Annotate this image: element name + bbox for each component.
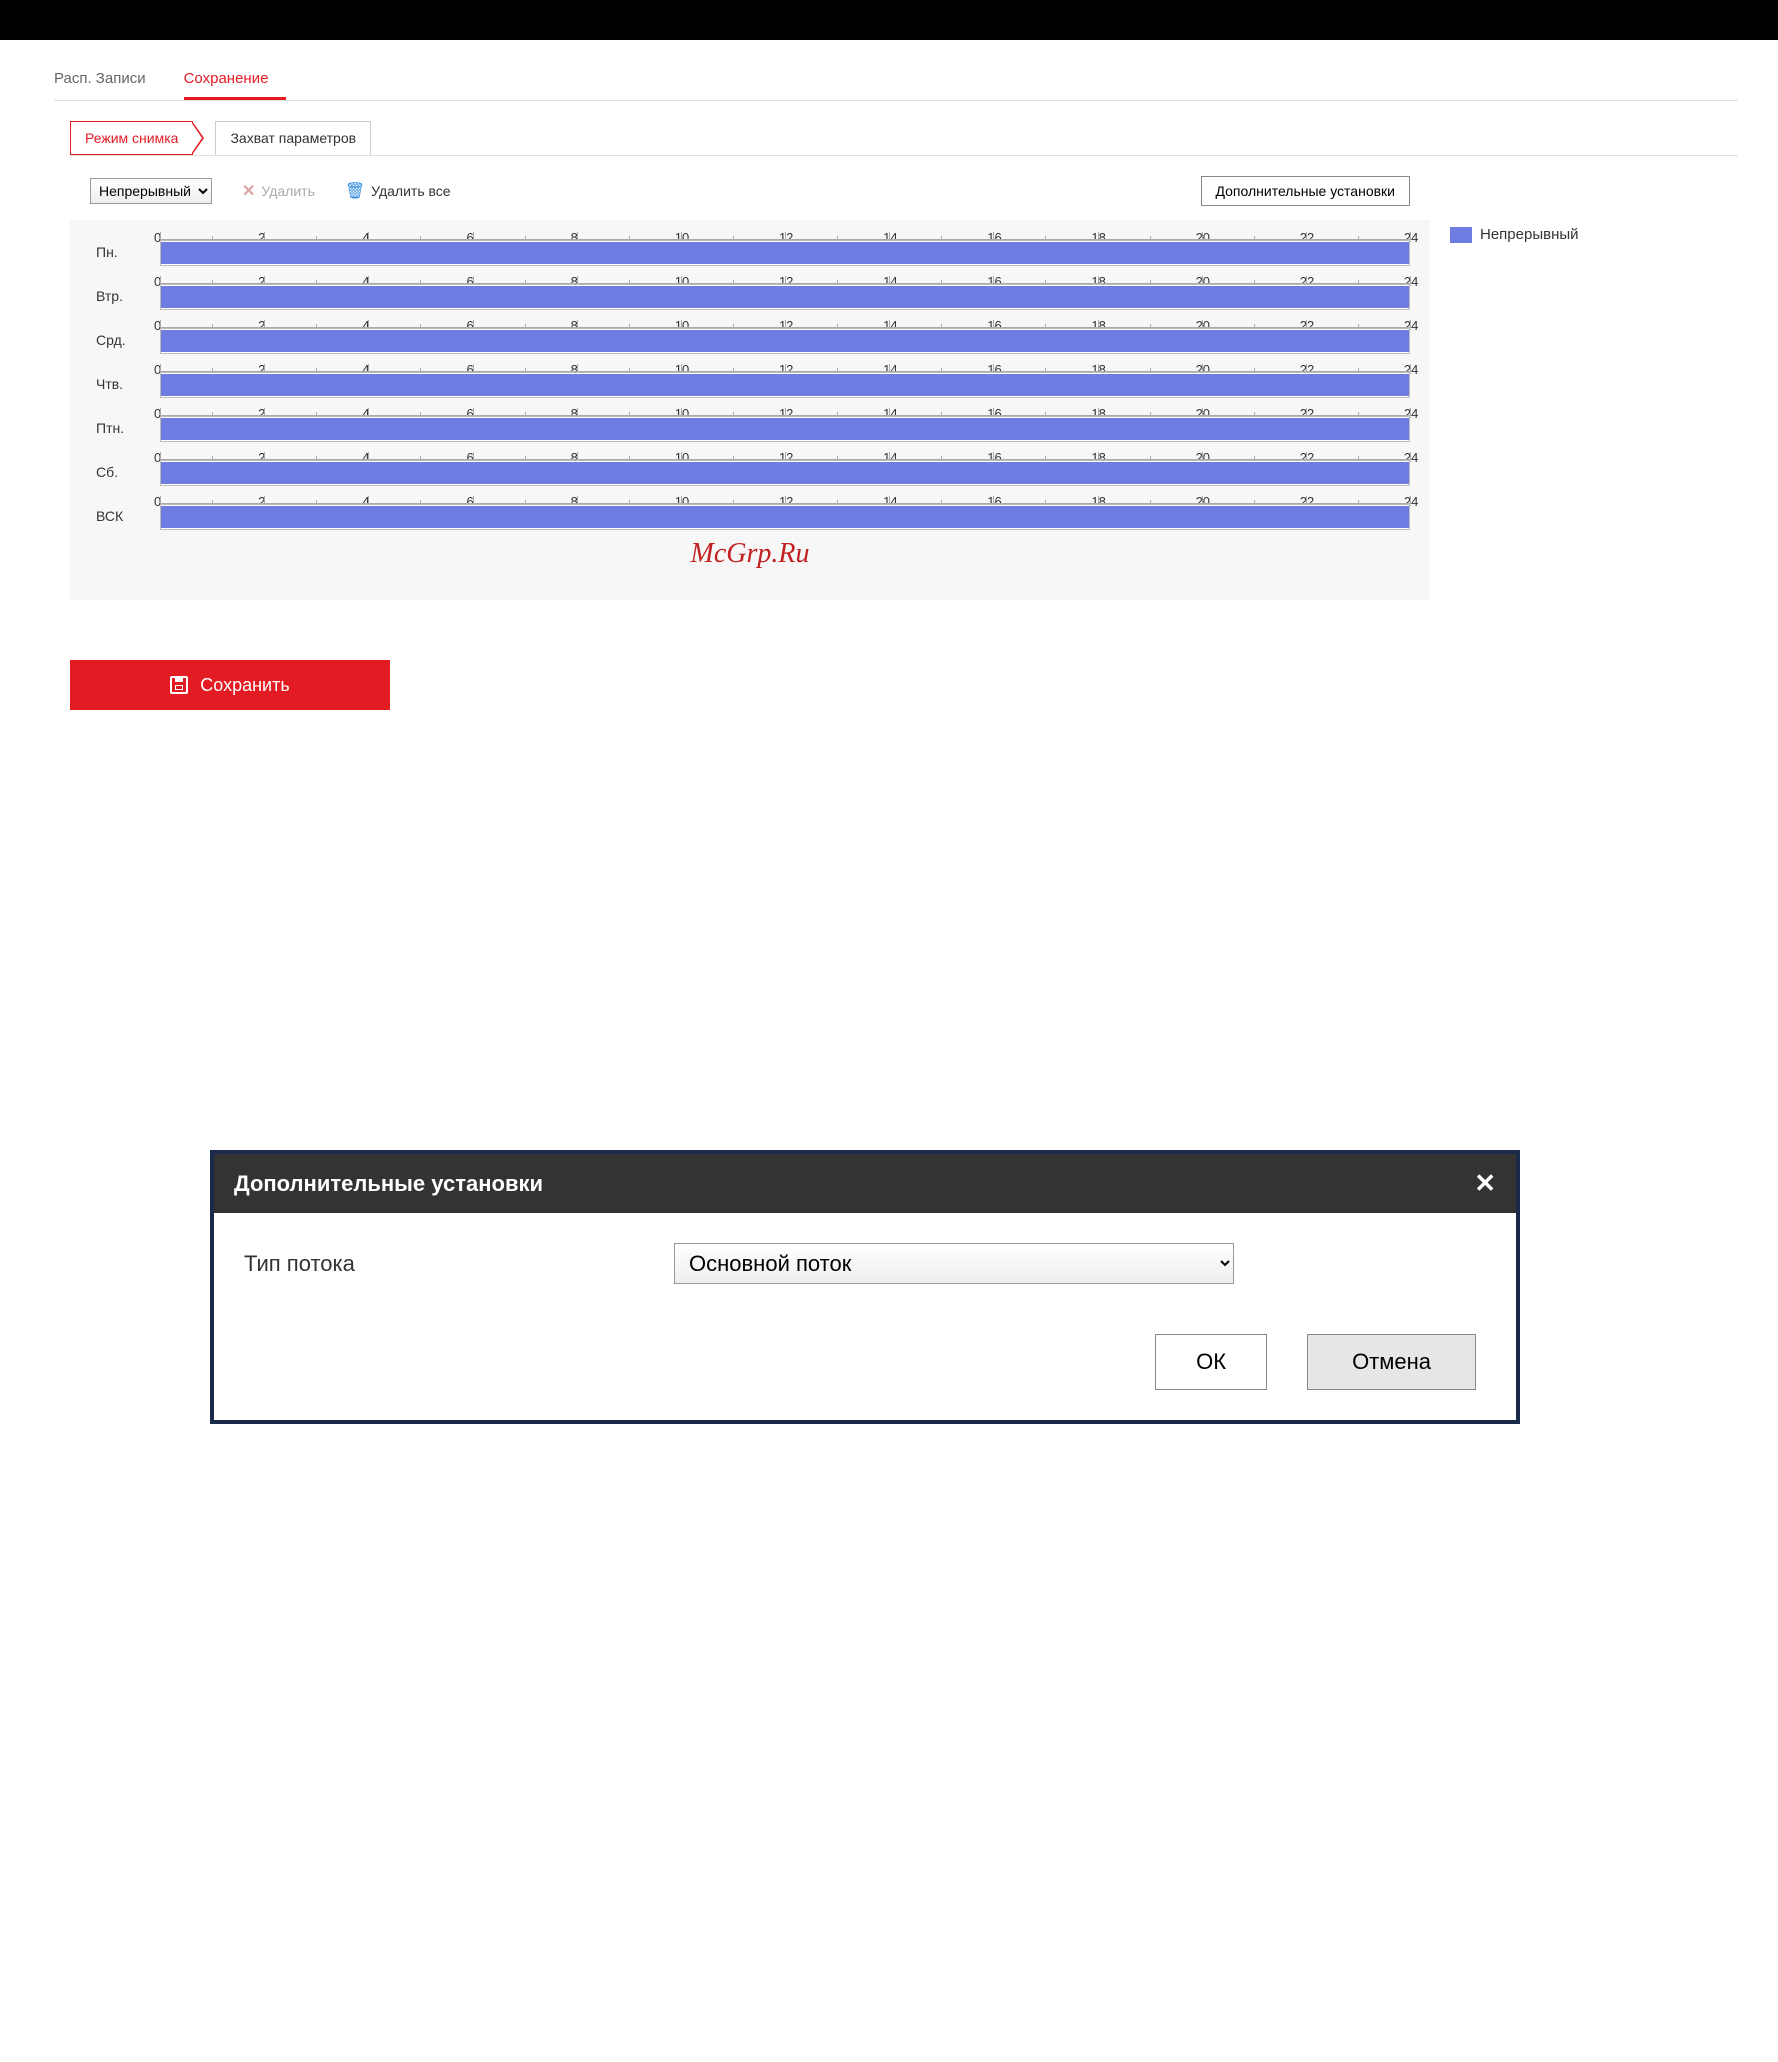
delete-button: ✕ Удалить xyxy=(242,181,315,201)
day-label: Пн. xyxy=(90,244,160,266)
legend-swatch xyxy=(1450,227,1472,243)
schedule-row: Пн.024681012141618202224 xyxy=(90,230,1410,266)
subtab-capture-params[interactable]: Захват параметров xyxy=(215,121,371,155)
day-label: Чтв. xyxy=(90,376,160,398)
schedule-row: Срд.024681012141618202224 xyxy=(90,318,1410,354)
stream-type-label: Тип потока xyxy=(244,1251,664,1277)
top-black-bar xyxy=(0,0,1778,40)
schedule-bar[interactable] xyxy=(160,284,1410,310)
ok-button[interactable]: ОК xyxy=(1155,1334,1267,1390)
delete-all-button[interactable]: 🗑 Удалить все xyxy=(345,181,451,201)
day-label: Сб. xyxy=(90,464,160,486)
day-timeline[interactable]: 024681012141618202224 xyxy=(160,274,1410,310)
day-label: Птн. xyxy=(90,420,160,442)
legend-continuous: Непрерывный xyxy=(1450,226,1579,243)
mode-select[interactable]: Непрерывный xyxy=(90,178,212,204)
subtab-snapshot-mode[interactable]: Режим снимка xyxy=(70,121,193,155)
schedule-row: Чтв.024681012141618202224 xyxy=(90,362,1410,398)
schedule-row: Птн.024681012141618202224 xyxy=(90,406,1410,442)
schedule-row: Втр.024681012141618202224 xyxy=(90,274,1410,310)
schedule-row: ВСК024681012141618202224 xyxy=(90,494,1410,530)
trash-icon: 🗑 xyxy=(345,181,365,201)
day-timeline[interactable]: 024681012141618202224 xyxy=(160,494,1410,530)
watermark: McGrp.Ru xyxy=(90,538,1410,570)
schedule-row: Сб.024681012141618202224 xyxy=(90,450,1410,486)
save-icon xyxy=(170,676,188,694)
save-label: Сохранить xyxy=(200,675,289,696)
advanced-settings-button[interactable]: Дополнительные установки xyxy=(1201,176,1411,206)
day-timeline[interactable]: 024681012141618202224 xyxy=(160,230,1410,266)
schedule-bar[interactable] xyxy=(160,240,1410,266)
sub-tabs: Режим снимка Захват параметров xyxy=(70,121,1738,156)
stream-type-select[interactable]: Основной поток xyxy=(674,1243,1234,1284)
x-icon: ✕ xyxy=(242,181,255,201)
tab-recording-schedule[interactable]: Расп. Записи xyxy=(54,60,164,100)
delete-label: Удалить xyxy=(261,183,314,199)
save-button[interactable]: Сохранить xyxy=(70,660,390,710)
schedule-bar[interactable] xyxy=(160,328,1410,354)
advanced-settings-dialog: Дополнительные установки ✕ Тип потока Ос… xyxy=(210,1150,1520,1424)
cancel-button[interactable]: Отмена xyxy=(1307,1334,1476,1390)
legend-label: Непрерывный xyxy=(1480,226,1579,243)
schedule-bar[interactable] xyxy=(160,460,1410,486)
day-label: ВСК xyxy=(90,508,160,530)
main-tabs: Расп. Записи Сохранение xyxy=(54,60,1738,101)
dialog-header: Дополнительные установки ✕ xyxy=(214,1154,1516,1213)
schedule-grid: Пн.024681012141618202224Втр.024681012141… xyxy=(70,220,1430,600)
day-timeline[interactable]: 024681012141618202224 xyxy=(160,362,1410,398)
delete-all-label: Удалить все xyxy=(371,183,450,199)
dialog-title: Дополнительные установки xyxy=(234,1171,543,1197)
schedule-bar[interactable] xyxy=(160,372,1410,398)
tab-storage[interactable]: Сохранение xyxy=(184,60,287,100)
day-label: Срд. xyxy=(90,332,160,354)
schedule-toolbar: Непрерывный ✕ Удалить 🗑 Удалить все Допо… xyxy=(90,176,1430,206)
close-icon[interactable]: ✕ xyxy=(1474,1168,1496,1199)
day-timeline[interactable]: 024681012141618202224 xyxy=(160,318,1410,354)
schedule-bar[interactable] xyxy=(160,416,1410,442)
day-timeline[interactable]: 024681012141618202224 xyxy=(160,450,1410,486)
schedule-bar[interactable] xyxy=(160,504,1410,530)
day-label: Втр. xyxy=(90,288,160,310)
day-timeline[interactable]: 024681012141618202224 xyxy=(160,406,1410,442)
